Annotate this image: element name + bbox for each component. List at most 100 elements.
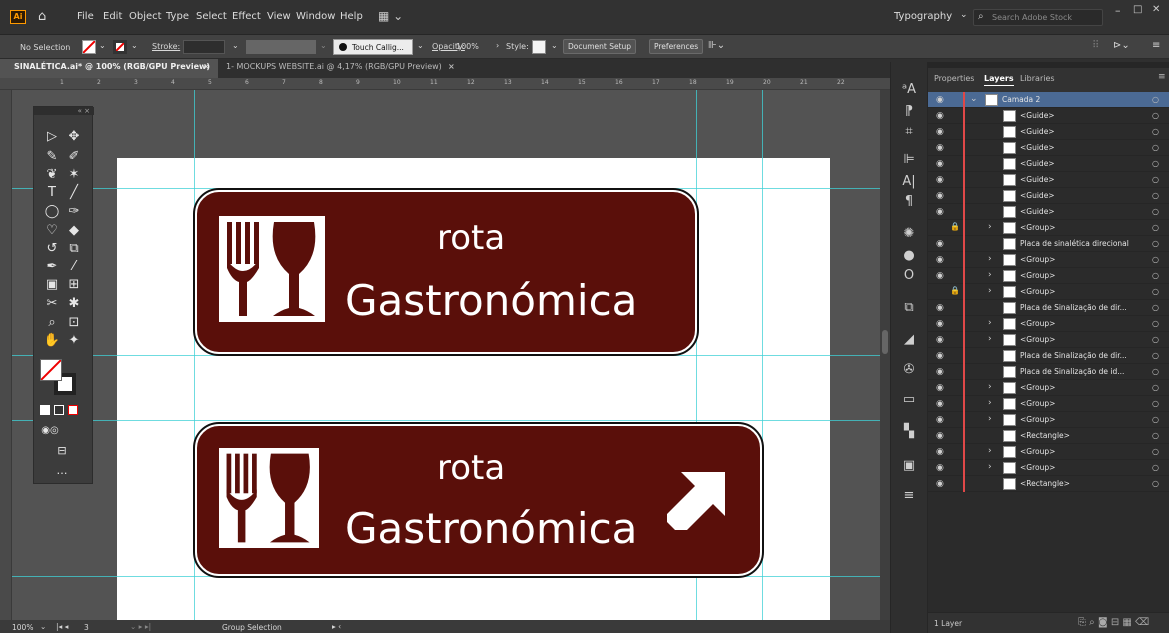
lock-icon[interactable]: 🔒 xyxy=(950,286,960,295)
layer-row[interactable]: 🔒 › <Group> ○ xyxy=(928,220,1169,236)
target-icon[interactable]: ○ xyxy=(1152,255,1159,264)
chevron-down-icon[interactable]: ⌄ xyxy=(417,41,424,50)
workspace-switcher[interactable]: Typography xyxy=(894,11,952,22)
layer-name[interactable]: <Group> xyxy=(1020,223,1055,232)
eye-icon[interactable]: ◉ xyxy=(936,127,944,137)
target-icon[interactable]: ○ xyxy=(1152,143,1159,152)
layer-name[interactable]: <Group> xyxy=(1020,463,1055,472)
tab-close-icon[interactable]: × xyxy=(203,62,210,71)
color-guide-icon[interactable]: ✺ xyxy=(900,226,918,242)
symbol-sprayer-icon[interactable]: ✱ xyxy=(64,296,84,312)
artboard-number[interactable]: 3 xyxy=(84,623,89,632)
blend-tool-icon[interactable]: ✂ xyxy=(42,296,62,312)
target-icon[interactable]: ○ xyxy=(1152,239,1159,248)
expand-chevron-icon[interactable]: › xyxy=(988,398,992,408)
target-icon[interactable]: ○ xyxy=(1152,335,1159,344)
chevron-down-icon[interactable]: ⌄ xyxy=(40,622,46,631)
artboard-tool-icon[interactable]: ⊡ xyxy=(64,315,84,331)
align-icon[interactable]: ⊪⌄ xyxy=(708,40,725,51)
selection-tool-icon[interactable]: ▷ xyxy=(42,129,62,145)
chevron-down-icon[interactable]: ⌄ xyxy=(232,41,239,50)
magic-wand-icon[interactable]: ✶ xyxy=(64,167,84,183)
ellipse-tool-icon[interactable]: ◯ xyxy=(42,204,62,220)
artboards-icon[interactable]: ▣ xyxy=(900,458,918,474)
chevron-right-icon[interactable]: ▸ ‹ xyxy=(332,622,341,631)
line-tool-icon[interactable]: ╱ xyxy=(64,185,84,201)
eye-icon[interactable]: ◉ xyxy=(936,255,944,265)
paragraph-styles-icon[interactable]: ¶ xyxy=(900,194,918,210)
vertical-scrollbar[interactable] xyxy=(880,90,890,620)
target-icon[interactable]: ○ xyxy=(1152,207,1159,216)
target-icon[interactable]: ○ xyxy=(1152,383,1159,392)
eye-icon[interactable]: ◉ xyxy=(936,175,944,185)
lock-icon[interactable]: 🔒 xyxy=(950,222,960,231)
expand-chevron-icon[interactable]: › xyxy=(988,286,992,296)
align-panel-icon[interactable]: ⊫ xyxy=(900,152,918,168)
vertical-ruler[interactable] xyxy=(0,90,12,620)
curvature-tool-icon[interactable]: ✐ xyxy=(64,149,84,165)
target-icon[interactable]: ○ xyxy=(1152,95,1159,104)
graphic-style-swatch[interactable] xyxy=(532,40,546,54)
character-icon[interactable]: A| xyxy=(900,174,918,190)
target-icon[interactable]: ○ xyxy=(1152,287,1159,296)
layer-row[interactable]: ◉ <Guide> ○ xyxy=(928,140,1169,156)
chevron-down-icon[interactable]: ⌄ xyxy=(99,41,106,50)
layer-name[interactable]: <Group> xyxy=(1020,447,1055,456)
target-icon[interactable]: ○ xyxy=(1152,399,1159,408)
layer-name[interactable]: <Guide> xyxy=(1020,111,1055,120)
menu-type[interactable]: Type xyxy=(166,11,189,22)
gradient-icon[interactable] xyxy=(54,405,64,415)
opacity-value[interactable]: 100% xyxy=(456,42,479,51)
tab-close-icon[interactable]: × xyxy=(448,62,455,71)
width-tool-icon[interactable]: ✒ xyxy=(42,259,62,275)
layer-name[interactable]: Placa de Sinalização de dir... xyxy=(1020,303,1127,312)
layer-row[interactable]: ◉ <Guide> ○ xyxy=(928,188,1169,204)
expand-chevron-icon[interactable]: › xyxy=(988,414,992,424)
eye-icon[interactable]: ◉ xyxy=(936,271,944,281)
color-icon[interactable] xyxy=(40,405,50,415)
target-icon[interactable]: ○ xyxy=(1152,111,1159,120)
chevron-down-icon[interactable]: ⌄ xyxy=(131,41,138,50)
image-trace-icon[interactable]: ▭ xyxy=(900,392,918,408)
layer-row[interactable]: ◉ ⌄ Camada 2 ○ xyxy=(928,92,1169,108)
free-transform-icon[interactable]: ⧉ xyxy=(64,241,84,257)
target-icon[interactable]: ○ xyxy=(1152,159,1159,168)
target-icon[interactable]: ○ xyxy=(1152,303,1159,312)
arrange-icon[interactable]: ⠿ xyxy=(1092,40,1099,51)
layer-row[interactable]: ◉ <Rectangle> ○ xyxy=(928,476,1169,492)
chevron-down-icon[interactable]: ⌄ xyxy=(551,41,558,50)
glyphs-icon[interactable]: ⌗ xyxy=(900,124,918,140)
panel-collapse-bar[interactable] xyxy=(928,62,1169,68)
layer-row[interactable]: ◉ <Guide> ○ xyxy=(928,172,1169,188)
paragraph-icon[interactable]: ⁋ xyxy=(900,104,918,120)
layer-row[interactable]: ◉ › <Group> ○ xyxy=(928,460,1169,476)
expand-chevron-icon[interactable]: › xyxy=(988,462,992,472)
target-icon[interactable]: ○ xyxy=(1152,175,1159,184)
target-icon[interactable]: ○ xyxy=(1152,463,1159,472)
eye-icon[interactable]: ◉ xyxy=(936,207,944,217)
maximize-button[interactable]: □ xyxy=(1133,4,1142,15)
layer-name[interactable]: <Guide> xyxy=(1020,175,1055,184)
fill-swatch[interactable] xyxy=(82,40,96,54)
layer-row[interactable]: ◉ <Rectangle> ○ xyxy=(928,428,1169,444)
pathfinder-icon[interactable]: ⧉ xyxy=(900,300,918,316)
expand-chevron-icon[interactable]: › xyxy=(988,270,992,280)
canvas-workspace[interactable]: rota Gastronómica rota Gastronómica « × … xyxy=(12,90,880,620)
eye-icon[interactable]: ◉ xyxy=(936,111,944,121)
layer-actions-icons[interactable]: ⎘ ⌕ ◙ ⊟ ▦ ⌫ xyxy=(1078,617,1149,628)
guide-horizontal[interactable] xyxy=(12,355,880,356)
eye-icon[interactable]: ◉ xyxy=(936,335,944,345)
eraser-tool-icon[interactable]: ◆ xyxy=(64,223,84,239)
layer-name[interactable]: Placa de Sinalização de id... xyxy=(1020,367,1124,376)
layer-name[interactable]: <Group> xyxy=(1020,399,1055,408)
guide-horizontal[interactable] xyxy=(12,420,880,421)
close-window-button[interactable]: ✕ xyxy=(1152,4,1160,15)
expand-chevron-icon[interactable]: ⌄ xyxy=(970,94,978,104)
stroke-weight-input[interactable] xyxy=(183,40,225,54)
minimize-button[interactable]: – xyxy=(1115,4,1121,17)
layer-name[interactable]: <Guide> xyxy=(1020,127,1055,136)
layer-row[interactable]: 🔒 › <Group> ○ xyxy=(928,284,1169,300)
target-icon[interactable]: ○ xyxy=(1152,191,1159,200)
layer-name[interactable]: <Group> xyxy=(1020,319,1055,328)
eye-icon[interactable]: ◉ xyxy=(936,399,944,409)
